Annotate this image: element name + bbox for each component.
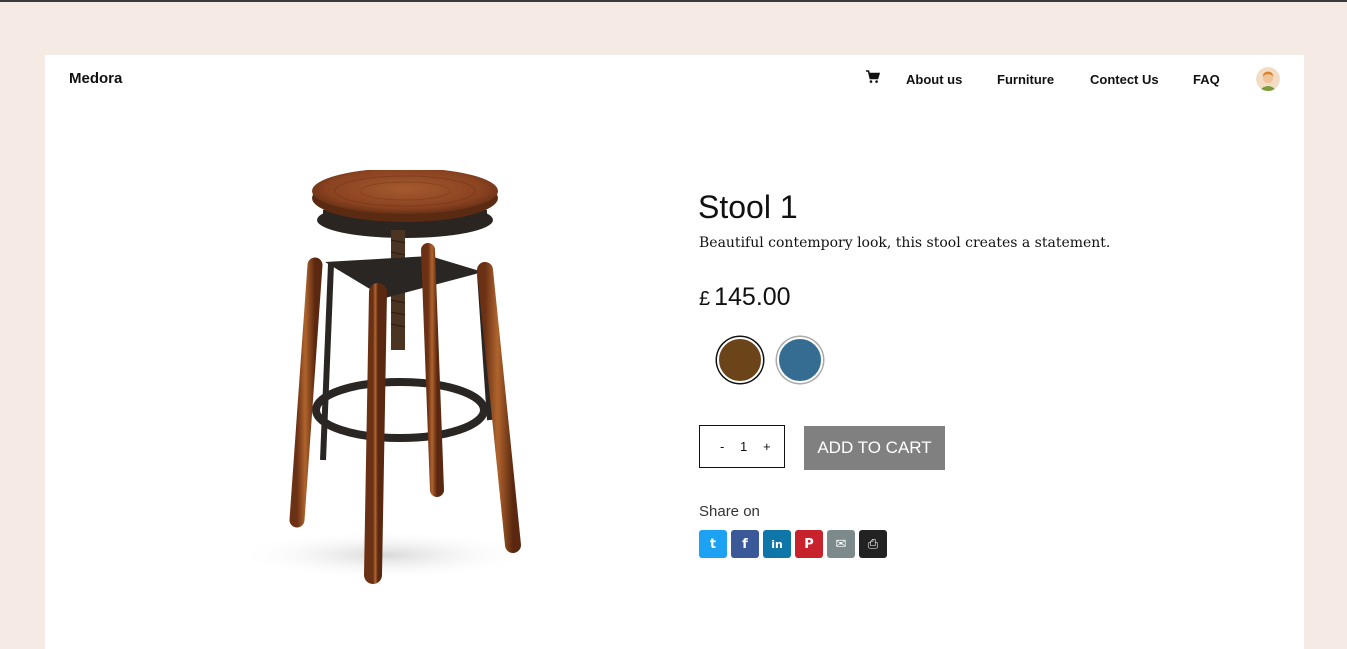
- facebook-icon[interactable]: f: [731, 530, 759, 558]
- price-amount: 145.00: [714, 283, 791, 311]
- quantity-increment-button[interactable]: +: [763, 439, 771, 454]
- linkedin-icon[interactable]: in: [763, 530, 791, 558]
- product-title: Stool 1: [698, 189, 798, 226]
- top-border: [0, 0, 1347, 2]
- share-icons: t f in P ✉ ⎙: [699, 530, 887, 558]
- nav-link-about-us[interactable]: About us: [906, 72, 962, 87]
- navbar: Medora About us Furniture Contect Us FAQ: [45, 55, 1304, 105]
- email-icon[interactable]: ✉: [827, 530, 855, 558]
- share-label: Share on: [699, 503, 760, 520]
- user-avatar[interactable]: [1256, 67, 1280, 91]
- print-icon[interactable]: ⎙: [859, 530, 887, 558]
- brand-logo[interactable]: Medora: [69, 70, 122, 87]
- product-description: Beautiful contempory look, this stool cr…: [699, 235, 1111, 251]
- product-image-stool: [185, 168, 575, 590]
- nav-link-contact-us[interactable]: Contect Us: [1090, 72, 1159, 87]
- twitter-icon[interactable]: t: [699, 530, 727, 558]
- pinterest-icon[interactable]: P: [795, 530, 823, 558]
- product-price: £145.00: [699, 283, 791, 312]
- add-to-cart-button[interactable]: ADD TO CART: [804, 426, 945, 470]
- nav-link-faq[interactable]: FAQ: [1193, 72, 1220, 87]
- quantity-value[interactable]: 1: [740, 439, 747, 454]
- cart-icon[interactable]: [866, 70, 881, 84]
- price-currency: £: [699, 288, 711, 310]
- quantity-stepper[interactable]: - 1 +: [699, 425, 785, 468]
- page-card: Medora About us Furniture Contect Us FAQ: [45, 55, 1304, 649]
- color-swatch-brown[interactable]: [717, 337, 763, 383]
- nav-link-furniture[interactable]: Furniture: [997, 72, 1054, 87]
- quantity-decrement-button[interactable]: -: [720, 439, 724, 454]
- color-swatch-blue[interactable]: [777, 337, 823, 383]
